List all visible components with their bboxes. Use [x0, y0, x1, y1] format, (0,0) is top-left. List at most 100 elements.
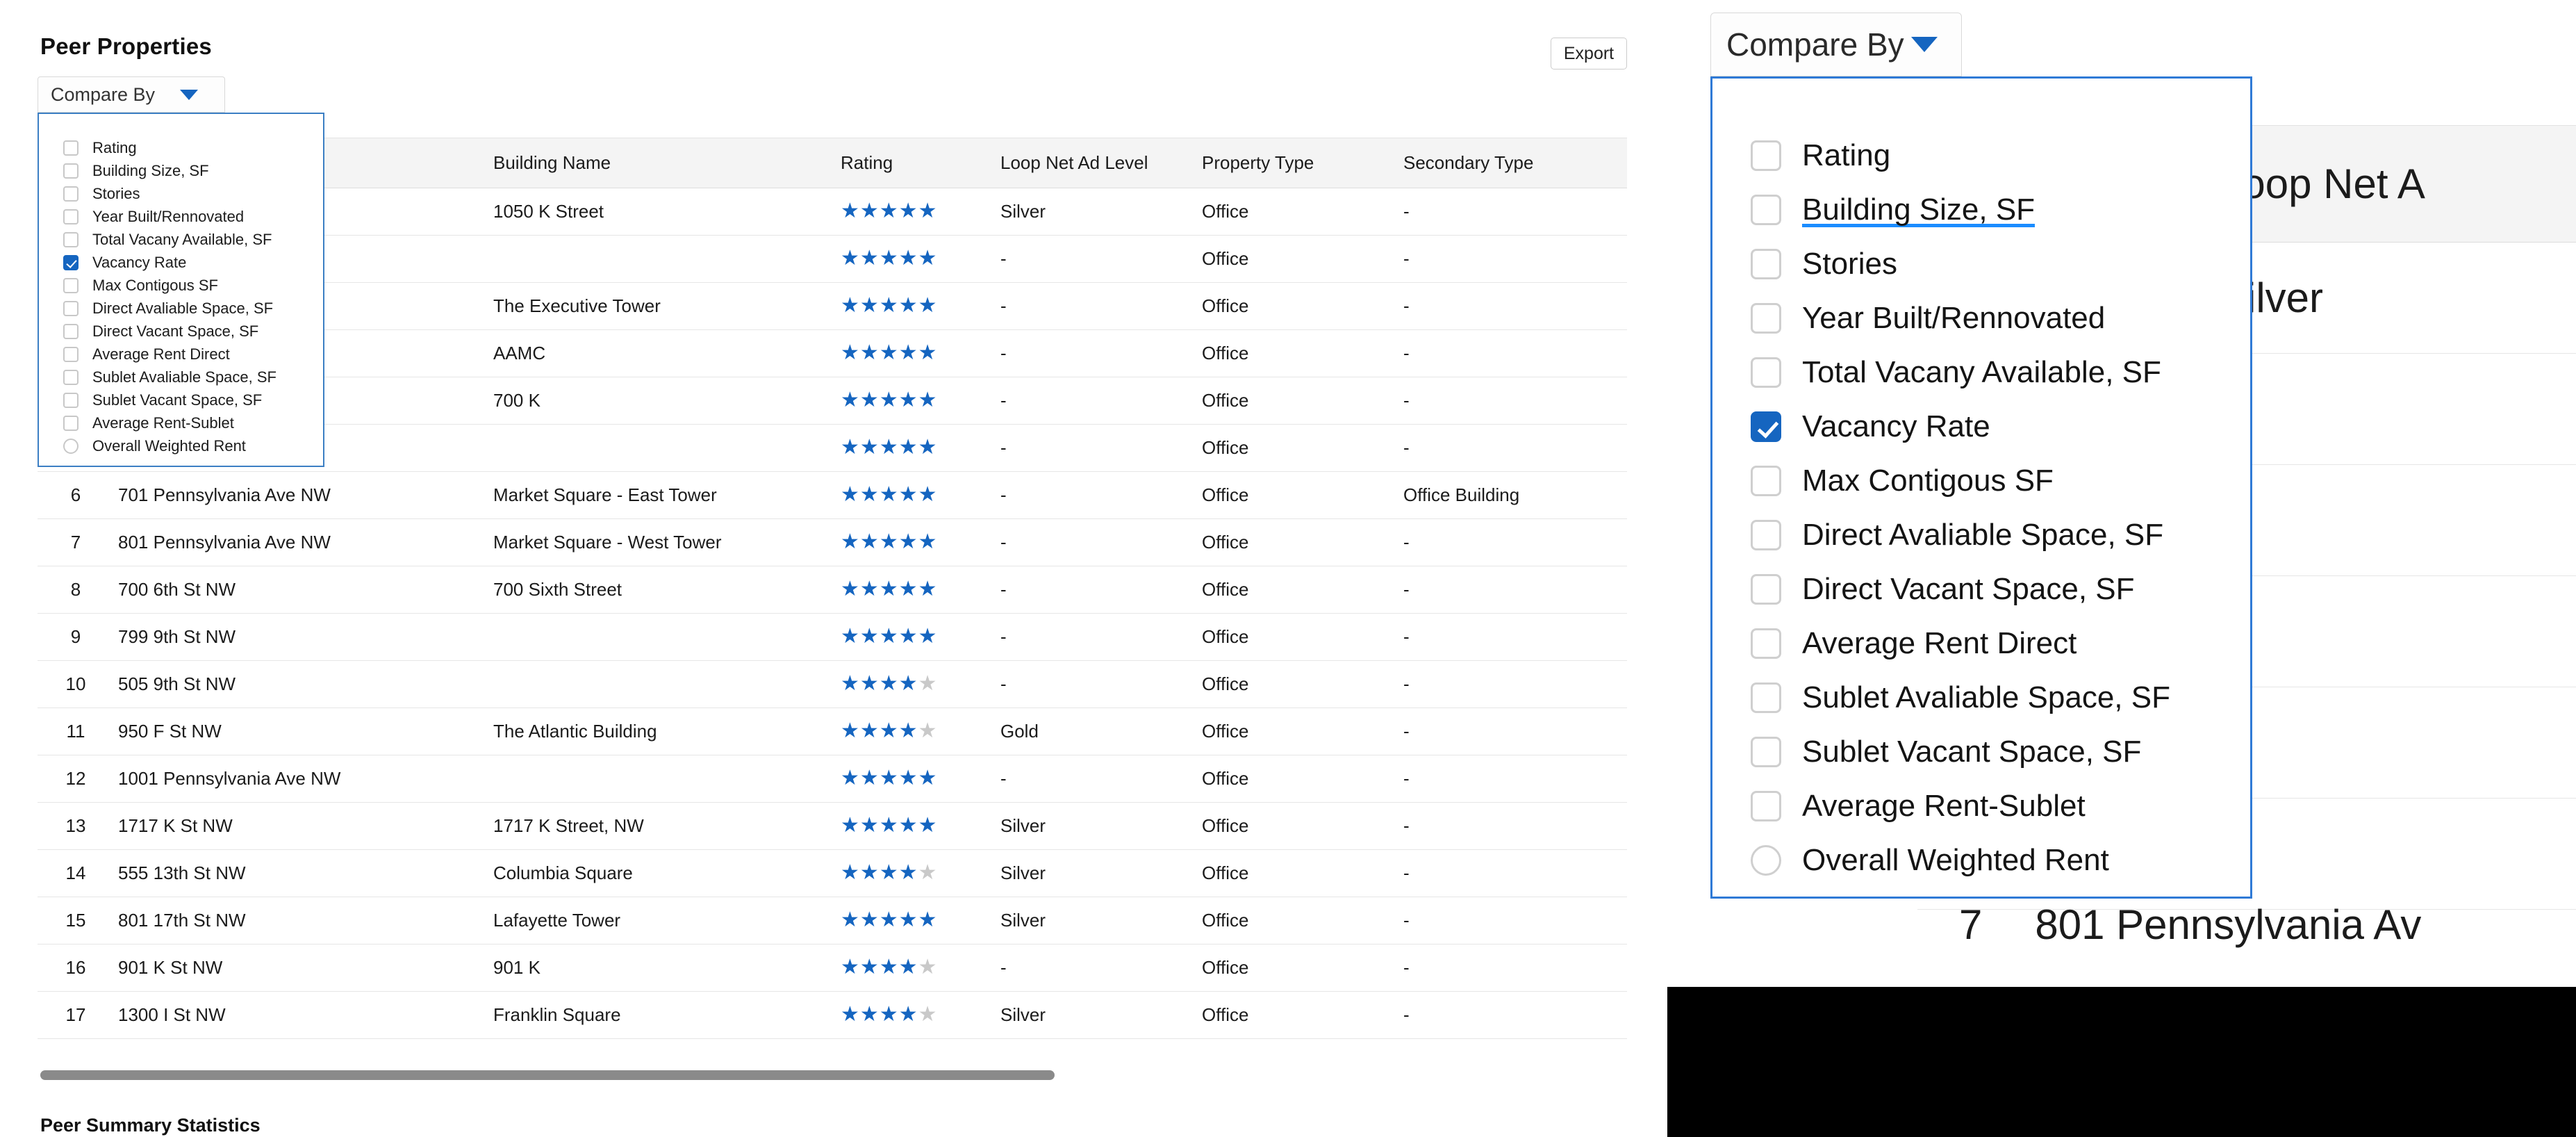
checkbox-icon[interactable] [1751, 466, 1781, 496]
checkbox-icon[interactable] [63, 346, 79, 362]
magnified-option-12[interactable]: Average Rent-Sublet [1712, 779, 2250, 833]
cell-loopnet-ad: Silver [996, 991, 1198, 1039]
compare-by-option-7[interactable]: Direct Avaliable Space, SF [39, 297, 323, 320]
col-secondary-type[interactable]: Secondary Type [1399, 138, 1627, 188]
compare-by-option-5[interactable]: Vacancy Rate [39, 251, 323, 274]
checkbox-icon[interactable] [63, 300, 79, 316]
checkbox-icon[interactable] [63, 277, 79, 293]
magnified-option-2[interactable]: Stories [1712, 237, 2250, 291]
col-building-name[interactable]: Building Name [489, 138, 836, 188]
checkbox-icon[interactable] [63, 186, 79, 202]
horizontal-scrollbar[interactable] [40, 1070, 1055, 1080]
table-row[interactable]: 15 801 17th St NW Lafayette Tower ★★★★★ Silv… [38, 897, 1627, 944]
magnified-compare-by-select[interactable]: Compare By [1710, 13, 1962, 76]
magnified-option-5[interactable]: Vacancy Rate [1712, 400, 2250, 454]
option-label: Rating [1802, 138, 1891, 172]
cell-loopnet-ad: - [996, 944, 1198, 992]
checkbox-icon[interactable] [63, 254, 79, 270]
cell-secondary-type: - [1399, 755, 1627, 803]
checkbox-icon[interactable] [1751, 737, 1781, 767]
magnified-option-7[interactable]: Direct Avaliable Space, SF [1712, 508, 2250, 562]
table-row[interactable]: 14 555 13th St NW Columbia Square ★★★★★ Silv… [38, 849, 1627, 897]
magnified-cell-loopnet: - [2209, 575, 2576, 687]
table-row[interactable]: 9 799 9th St NW ★★★★★ - Office - [38, 613, 1627, 661]
option-label: Sublet Vacant Space, SF [92, 391, 263, 409]
magnified-compare-by-dropdown[interactable]: Rating Building Size, SF Stories Year Built… [1710, 76, 2252, 899]
magnified-option-1[interactable]: Building Size, SF [1712, 183, 2250, 237]
compare-by-option-2[interactable]: Stories [39, 182, 323, 205]
magnified-option-3[interactable]: Year Built/Rennovated [1712, 291, 2250, 345]
checkbox-icon[interactable] [63, 323, 79, 339]
checkbox-icon[interactable] [1751, 520, 1781, 550]
compare-by-select[interactable]: Compare By [38, 76, 225, 113]
cell-address: 801 Pennsylvania Ave NW [114, 518, 489, 566]
compare-by-option-11[interactable]: Sublet Vacant Space, SF [39, 388, 323, 411]
radio-icon[interactable] [63, 438, 79, 454]
magnified-option-10[interactable]: Sublet Avaliable Space, SF [1712, 671, 2250, 725]
option-label: Overall Weighted Rent [1802, 843, 2109, 877]
checkbox-icon[interactable] [1751, 628, 1781, 659]
magnified-table-row[interactable]: 7 801 Pennsylvania Av [1959, 901, 2421, 949]
compare-by-option-9[interactable]: Average Rent Direct [39, 343, 323, 366]
checkbox-icon[interactable] [1751, 303, 1781, 334]
cell-property-type: Office [1198, 707, 1399, 755]
cell-address: 1300 I St NW [114, 991, 489, 1039]
col-property-type[interactable]: Property Type [1198, 138, 1399, 188]
table-row[interactable]: 11 950 F St NW The Atlantic Building ★★★★★ G… [38, 707, 1627, 755]
checkbox-icon[interactable] [1751, 411, 1781, 442]
table-row[interactable]: 17 1300 I St NW Franklin Square ★★★★★ Silver… [38, 991, 1627, 1039]
magnified-option-4[interactable]: Total Vacany Available, SF [1712, 345, 2250, 400]
magnified-option-6[interactable]: Max Contigous SF [1712, 454, 2250, 508]
table-row[interactable]: 6 701 Pennsylvania Ave NW Market Square - … [38, 471, 1627, 519]
col-loopnet-ad[interactable]: Loop Net Ad Level [996, 138, 1198, 188]
compare-by-dropdown[interactable]: Rating Building Size, SF Stories Year Built… [38, 113, 324, 467]
checkbox-icon[interactable] [1751, 682, 1781, 713]
export-button[interactable]: Export [1551, 38, 1627, 69]
option-label: Vacancy Rate [1802, 409, 1990, 443]
magnified-option-0[interactable]: Rating [1712, 129, 2250, 183]
option-label: Sublet Avaliable Space, SF [92, 368, 276, 386]
compare-by-option-0[interactable]: Rating [39, 136, 323, 159]
table-row[interactable]: 8 700 6th St NW 700 Sixth Street ★★★★★ - Offi… [38, 566, 1627, 614]
checkbox-icon[interactable] [63, 369, 79, 385]
option-label: Stories [92, 184, 140, 202]
magnified-option-8[interactable]: Direct Vacant Space, SF [1712, 562, 2250, 616]
compare-by-option-6[interactable]: Max Contigous SF [39, 274, 323, 297]
cell-rating: ★★★★★ [836, 849, 996, 897]
magnified-option-9[interactable]: Average Rent Direct [1712, 616, 2250, 671]
checkbox-icon[interactable] [1751, 791, 1781, 821]
checkbox-icon[interactable] [63, 231, 79, 247]
compare-by-option-8[interactable]: Direct Vacant Space, SF [39, 320, 323, 343]
checkbox-icon[interactable] [1751, 140, 1781, 171]
checkbox-icon[interactable] [63, 392, 79, 408]
option-label: Sublet Vacant Space, SF [1802, 735, 2142, 769]
magnified-option-13[interactable]: Overall Weighted Rent [1712, 833, 2250, 887]
compare-by-option-12[interactable]: Average Rent-Sublet [39, 411, 323, 434]
table-row[interactable]: 7 801 Pennsylvania Ave NW Market Square - … [38, 518, 1627, 566]
checkbox-icon[interactable] [63, 163, 79, 179]
checkbox-icon[interactable] [1751, 574, 1781, 605]
col-rating[interactable]: Rating [836, 138, 996, 188]
table-row[interactable]: 12 1001 Pennsylvania Ave NW ★★★★★ - Office - [38, 755, 1627, 803]
compare-by-option-13[interactable]: Overall Weighted Rent [39, 434, 323, 457]
compare-by-option-3[interactable]: Year Built/Rennovated [39, 205, 323, 228]
table-row[interactable]: 13 1717 K St NW 1717 K Street, NW ★★★★★ Silv… [38, 802, 1627, 850]
checkbox-icon[interactable] [1751, 249, 1781, 279]
compare-by-option-4[interactable]: Total Vacany Available, SF [39, 228, 323, 251]
checkbox-icon[interactable] [1751, 357, 1781, 388]
magnified-option-11[interactable]: Sublet Vacant Space, SF [1712, 725, 2250, 779]
checkbox-icon[interactable] [63, 208, 79, 224]
table-row[interactable]: 10 505 9th St NW ★★★★★ - Office - [38, 660, 1627, 708]
cell-address: 505 9th St NW [114, 660, 489, 708]
checkbox-icon[interactable] [63, 140, 79, 156]
checkbox-icon[interactable] [63, 415, 79, 431]
radio-icon[interactable] [1751, 845, 1781, 876]
magnified-option-list: Rating Building Size, SF Stories Year Built… [1712, 129, 2250, 887]
table-row[interactable]: 16 901 K St NW 901 K ★★★★★ - Office - [38, 944, 1627, 992]
compare-by-option-1[interactable]: Building Size, SF [39, 159, 323, 182]
cell-property-type: Office [1198, 424, 1399, 472]
cell-address: 901 K St NW [114, 944, 489, 992]
compare-by-option-10[interactable]: Sublet Avaliable Space, SF [39, 366, 323, 388]
rating-stars: ★★★★★ [841, 908, 938, 931]
checkbox-icon[interactable] [1751, 195, 1781, 225]
